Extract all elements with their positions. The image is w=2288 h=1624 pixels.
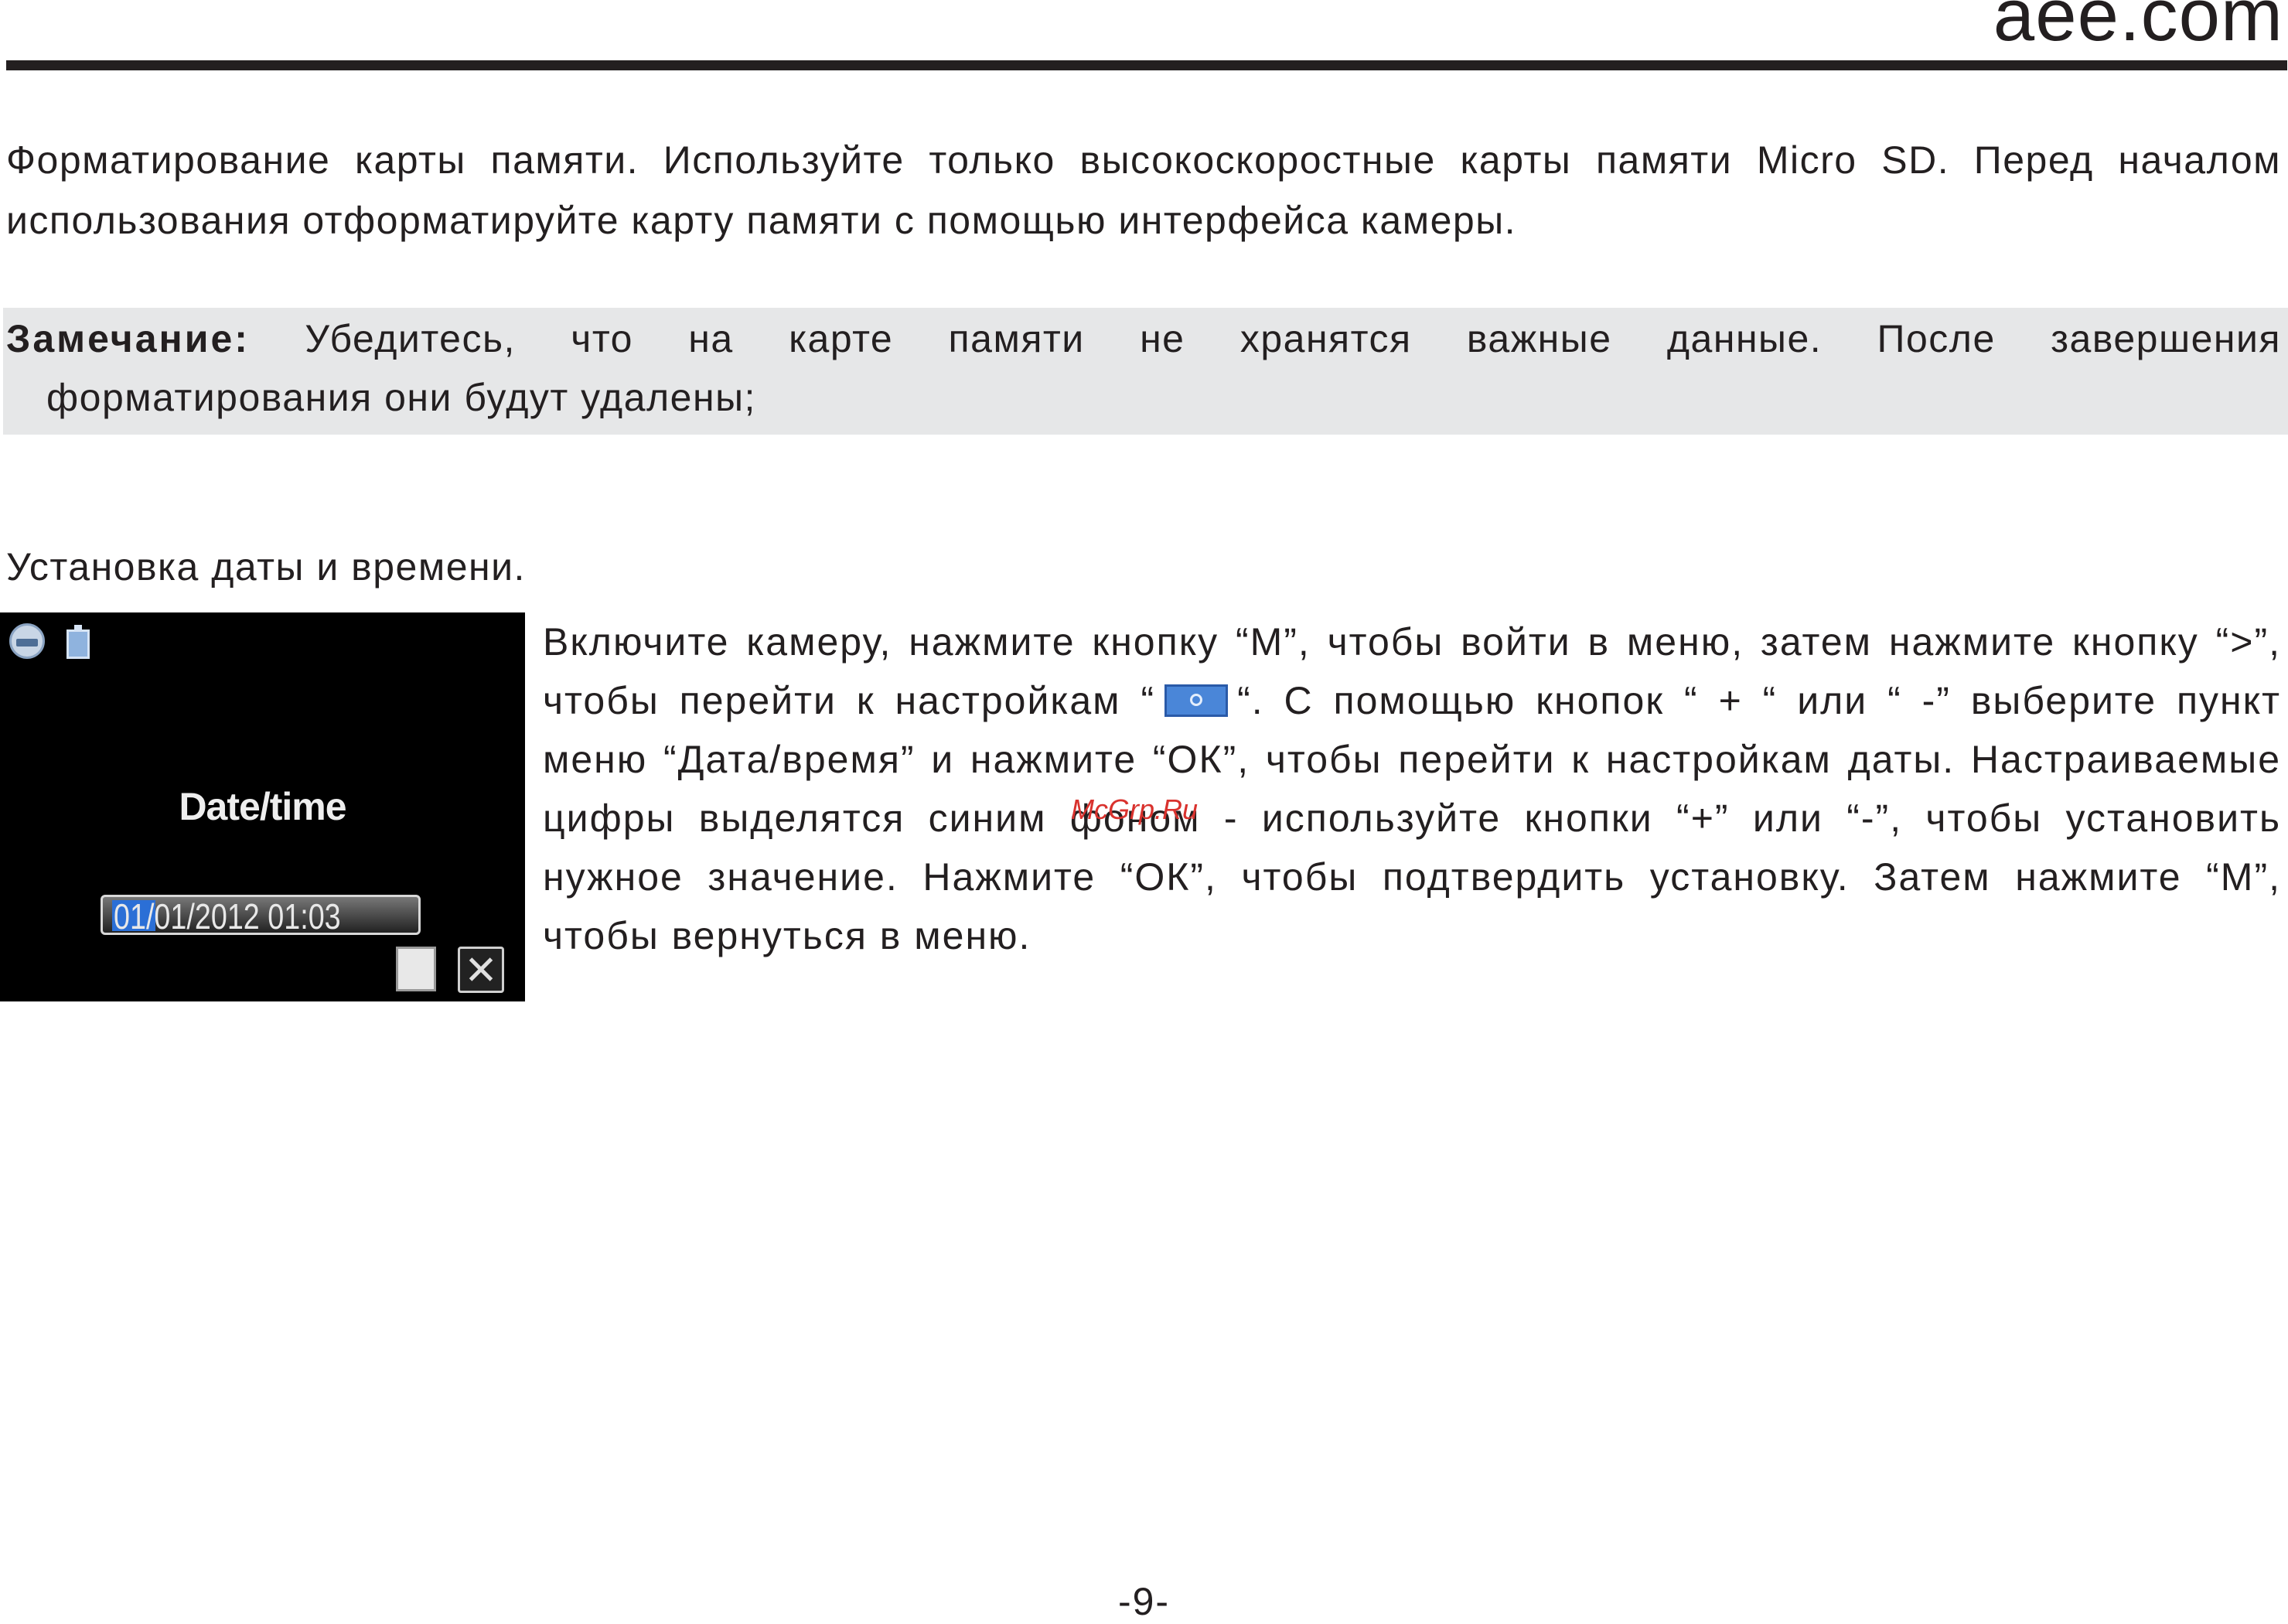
settings-icon: [1164, 684, 1229, 717]
format-paragraph: Форматирование карты памяти. Используйте…: [6, 138, 2281, 242]
note-line2-text: форматирования они будут удалены;: [46, 376, 756, 419]
watermark-text: McGrp.Ru: [1071, 793, 1199, 825]
note-first-line: Замечание: Убедитесь, что на карте памят…: [6, 309, 2281, 368]
video-mode-icon: [9, 623, 45, 659]
note-paragraph: Замечание: Убедитесь, что на карте памят…: [6, 309, 2281, 427]
camera-menu-title: Date/time: [179, 785, 346, 828]
close-icon: [458, 947, 504, 993]
date-section-heading: Установка даты и времени.: [6, 545, 526, 589]
battery-icon: [66, 625, 90, 659]
date-instructions-paragraph: Включите камеру, нажмите кнопку “М”, что…: [543, 612, 2281, 965]
camera-screen-image: Date/time 01/01/2012 01:03: [0, 612, 525, 1001]
save-icon: [396, 947, 436, 991]
note-label: Замечание:: [6, 317, 250, 360]
note-line1-text: Убедитесь, что на карте памяти не хранят…: [305, 317, 2281, 360]
camera-date-field: 01/01/2012 01:03: [101, 895, 421, 935]
camera-date-value: 01/01/2012 01:03: [114, 896, 341, 935]
page-number: -9-: [1117, 1580, 1171, 1623]
header-divider: [6, 60, 2287, 70]
brand-logo-text: aee.com: [1993, 0, 2283, 56]
